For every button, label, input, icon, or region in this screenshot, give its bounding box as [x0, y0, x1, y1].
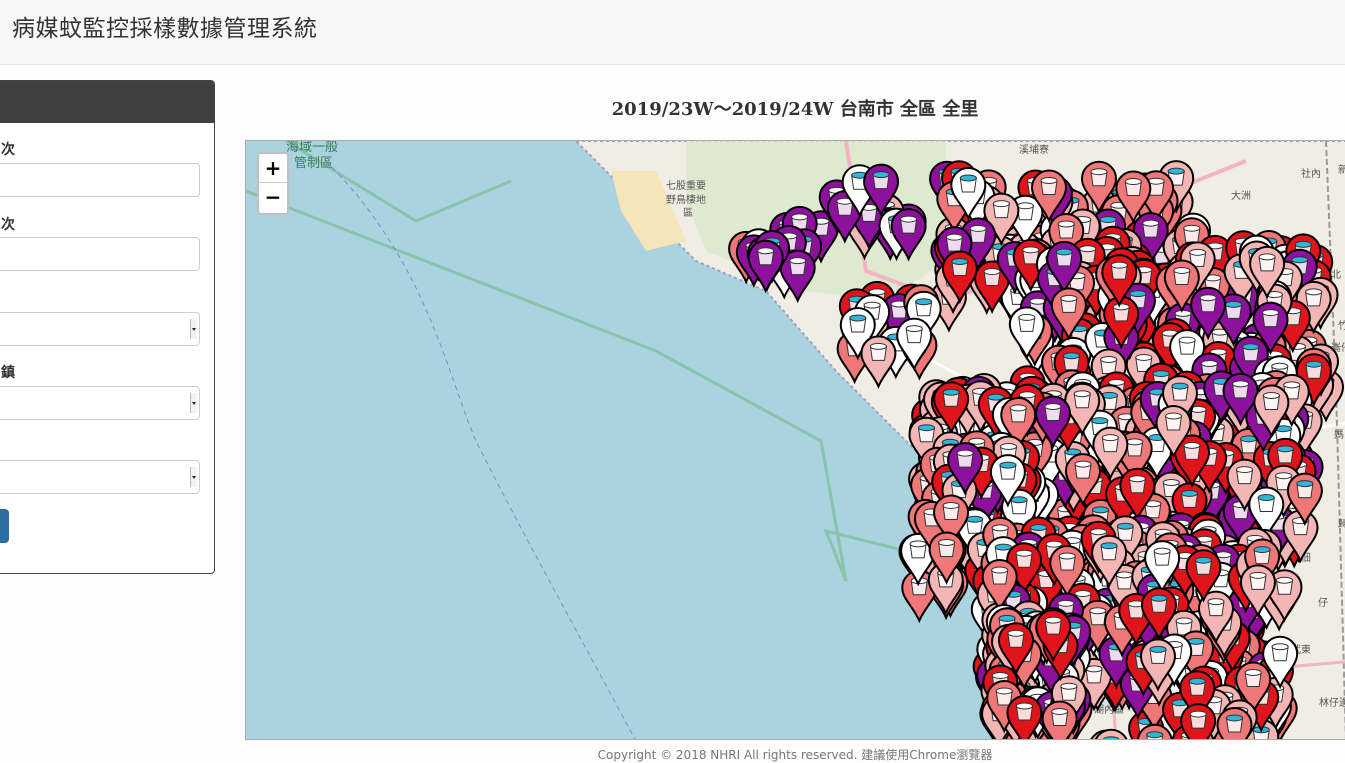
place-label: 媽	[1334, 428, 1344, 441]
place-label: 大洲	[1231, 189, 1251, 202]
place-label: 歸	[1338, 517, 1345, 530]
place-label: 野鳥棲地	[666, 193, 706, 206]
place-label: 管制區	[294, 156, 333, 171]
query-button[interactable]	[0, 509, 9, 543]
chevron-down-icon	[190, 319, 197, 339]
end-period-label: 次	[1, 217, 15, 233]
zoom-control: + −	[257, 152, 289, 215]
village-select[interactable]	[0, 460, 200, 494]
place-label: 區	[683, 207, 693, 219]
panel-header	[0, 81, 214, 123]
place-label: 七股重要	[666, 179, 706, 192]
zoom-in-button[interactable]: +	[259, 154, 287, 183]
start-period-input[interactable]	[0, 163, 200, 197]
place-label: 北	[1331, 269, 1341, 281]
place-label: 仔	[1318, 597, 1328, 609]
app-title[interactable]: 病媒蚊監控採樣數據管理系統	[12, 9, 318, 43]
mosquito-trap-marker[interactable]	[1216, 706, 1253, 740]
place-label: 竹	[1338, 319, 1345, 332]
district-label: 鎮	[1, 365, 15, 381]
start-period-label: 次	[1, 142, 15, 158]
map-title: 2019/23W～2019/24W 台南市 全區 全里	[611, 99, 979, 120]
zoom-out-button[interactable]: −	[259, 183, 287, 212]
district-select[interactable]	[0, 386, 200, 420]
map-view[interactable]: 海域一般管制區七股重要野鳥棲地區溪埔寮大洲社內車行北竹崙仔頂媽歸新佃臺南航仔武東…	[245, 140, 1345, 740]
mosquito-trap-marker[interactable]	[1180, 703, 1217, 740]
place-label: 海域一般	[286, 141, 338, 155]
chevron-down-icon	[190, 467, 197, 487]
navbar: 病媒蚊監控採樣數據管理系統	[0, 0, 1345, 65]
place-label: 溪埔寮	[1019, 143, 1049, 156]
place-label: 新	[1338, 163, 1345, 176]
end-period-input[interactable]	[0, 237, 200, 271]
query-panel: 次 次 鎮	[0, 80, 215, 574]
chevron-down-icon	[190, 393, 197, 413]
place-label: 林仔邊	[1319, 696, 1345, 709]
map-canvas[interactable]: 海域一般管制區七股重要野鳥棲地區溪埔寮大洲社內車行北竹崙仔頂媽歸新佃臺南航仔武東…	[246, 141, 1345, 740]
city-select[interactable]	[0, 312, 200, 346]
footer-text: Copyright © 2018 NHRI All rights reserve…	[597, 748, 993, 762]
place-label: 社內	[1301, 167, 1321, 180]
